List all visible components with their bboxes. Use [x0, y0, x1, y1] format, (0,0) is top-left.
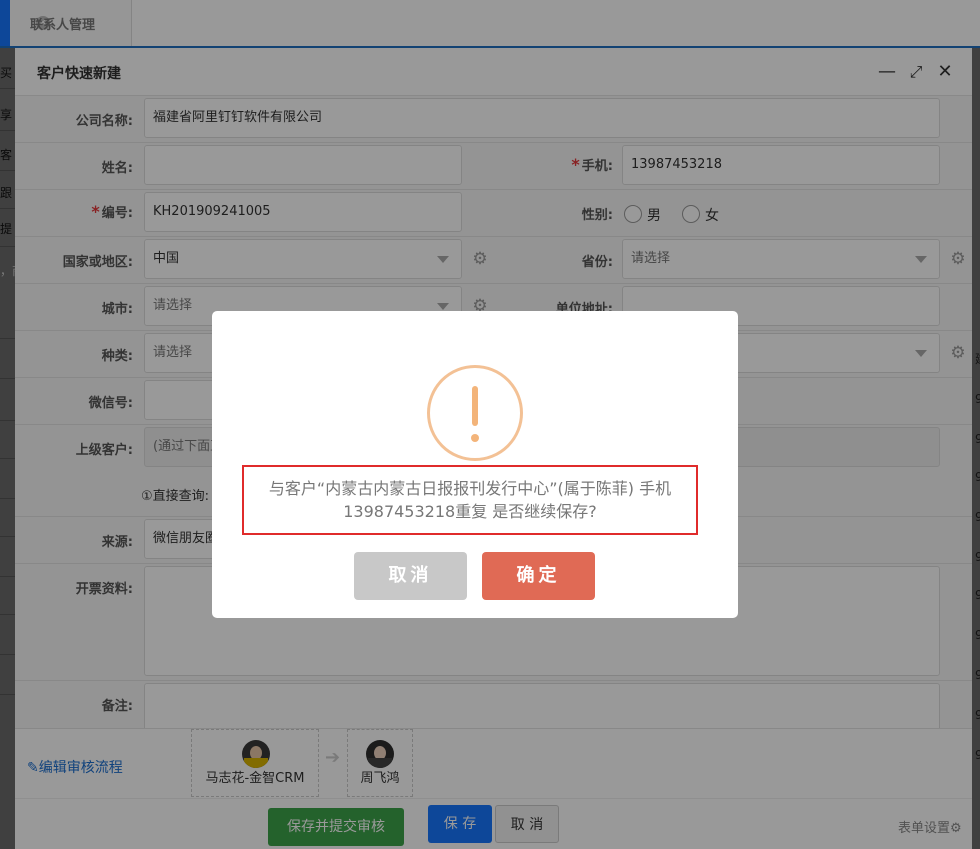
dialog-cancel-button[interactable]: 取消: [354, 552, 467, 600]
dialog-message: 与客户“内蒙古内蒙古日报报刊发行中心”(属于陈菲) 手机 13987453218…: [242, 465, 698, 535]
dialog-message-line2: 13987453218重复 是否继续保存?: [343, 502, 597, 521]
duplicate-phone-dialog: 与客户“内蒙古内蒙古日报报刊发行中心”(属于陈菲) 手机 13987453218…: [212, 311, 738, 618]
warning-icon: [427, 365, 523, 461]
dialog-confirm-button[interactable]: 确定: [482, 552, 595, 600]
dialog-message-line1: 与客户“内蒙古内蒙古日报报刊发行中心”(属于陈菲) 手机: [268, 479, 672, 498]
